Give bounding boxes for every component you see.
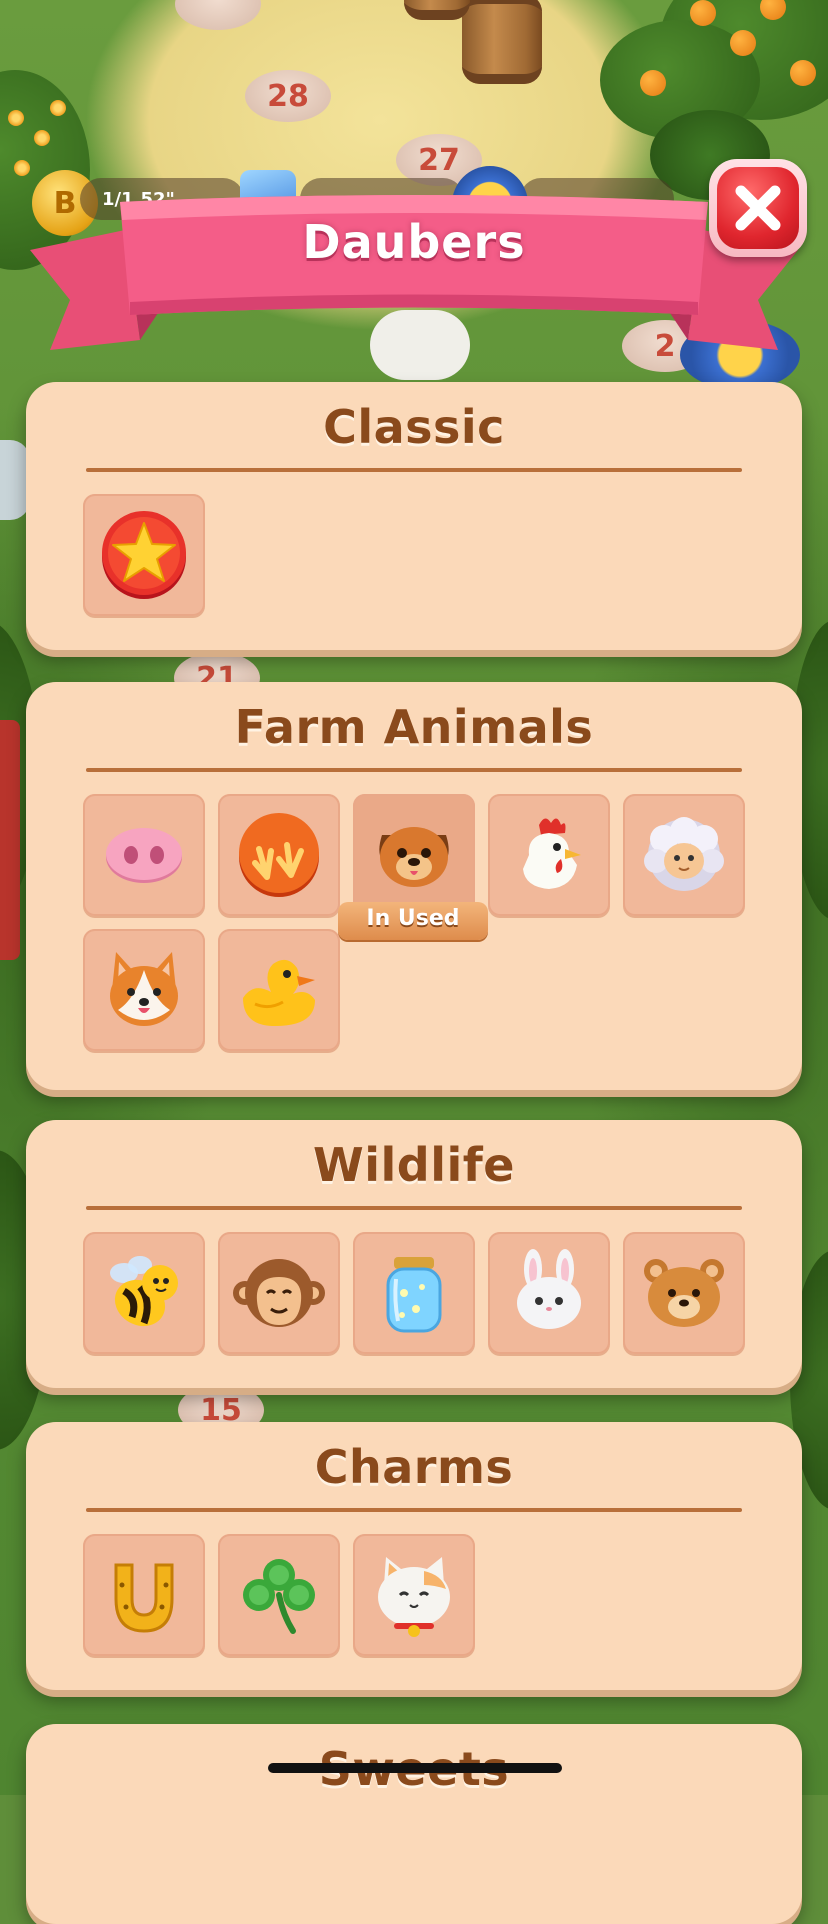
close-x-icon xyxy=(735,185,781,231)
dauber-pig-nose[interactable] xyxy=(83,794,205,916)
duck-icon xyxy=(243,959,315,1026)
dauber-duck[interactable] xyxy=(218,929,340,1051)
section-divider xyxy=(86,1508,742,1512)
in-use-badge: In Used xyxy=(338,902,488,940)
chicken-feet-icon xyxy=(239,813,319,897)
clover-icon xyxy=(243,1559,315,1634)
board-number: 28 xyxy=(245,70,331,122)
star-dauber-icon xyxy=(102,511,186,599)
in-use-label: In Used xyxy=(366,906,460,931)
pig-nose-icon xyxy=(106,828,182,883)
section-sweets: Sweets xyxy=(26,1724,802,1924)
header-ribbon: Daubers xyxy=(30,190,798,350)
dauber-bee[interactable] xyxy=(83,1232,205,1354)
monkey-icon xyxy=(233,1259,325,1327)
dauber-chicken-feet[interactable] xyxy=(218,794,340,916)
bee-icon xyxy=(110,1256,178,1327)
lucky-cat-icon xyxy=(378,1557,450,1637)
section-farm-animals: Farm Animals In Used xyxy=(26,682,802,1090)
dauber-clover[interactable] xyxy=(218,1534,340,1656)
dauber-lucky-cat[interactable] xyxy=(353,1534,475,1656)
corgi-icon xyxy=(110,952,178,1026)
section-title: Wildlife xyxy=(313,1138,515,1192)
rooster-icon xyxy=(523,818,581,889)
section-wildlife: Wildlife xyxy=(26,1120,802,1388)
section-divider xyxy=(86,468,742,472)
dauber-bunny[interactable] xyxy=(488,1232,610,1354)
bear-icon xyxy=(644,1259,724,1327)
page-title: Daubers xyxy=(302,215,526,269)
section-divider xyxy=(86,768,742,772)
dauber-star[interactable] xyxy=(83,494,205,616)
section-title: Classic xyxy=(323,400,505,454)
dog-face-icon xyxy=(379,827,449,887)
dauber-corgi[interactable] xyxy=(83,929,205,1051)
dauber-dog[interactable]: In Used xyxy=(338,794,488,940)
dauber-monkey[interactable] xyxy=(218,1232,340,1354)
dauber-firefly-jar[interactable] xyxy=(353,1232,475,1354)
bunny-icon xyxy=(517,1249,581,1329)
section-classic: Classic xyxy=(26,382,802,650)
dauber-horseshoe[interactable] xyxy=(83,1534,205,1656)
dauber-bear[interactable] xyxy=(623,1232,745,1354)
sheep-icon xyxy=(644,817,724,891)
dauber-sheep[interactable] xyxy=(623,794,745,916)
dauber-rooster[interactable] xyxy=(488,794,610,916)
horseshoe-icon xyxy=(114,1563,174,1633)
close-button[interactable] xyxy=(709,159,807,257)
home-indicator[interactable] xyxy=(268,1763,562,1773)
jar-icon xyxy=(386,1257,442,1333)
section-charms: Charms xyxy=(26,1422,802,1690)
section-divider xyxy=(86,1206,742,1210)
section-title: Charms xyxy=(314,1440,514,1494)
section-title: Farm Animals xyxy=(234,700,594,754)
